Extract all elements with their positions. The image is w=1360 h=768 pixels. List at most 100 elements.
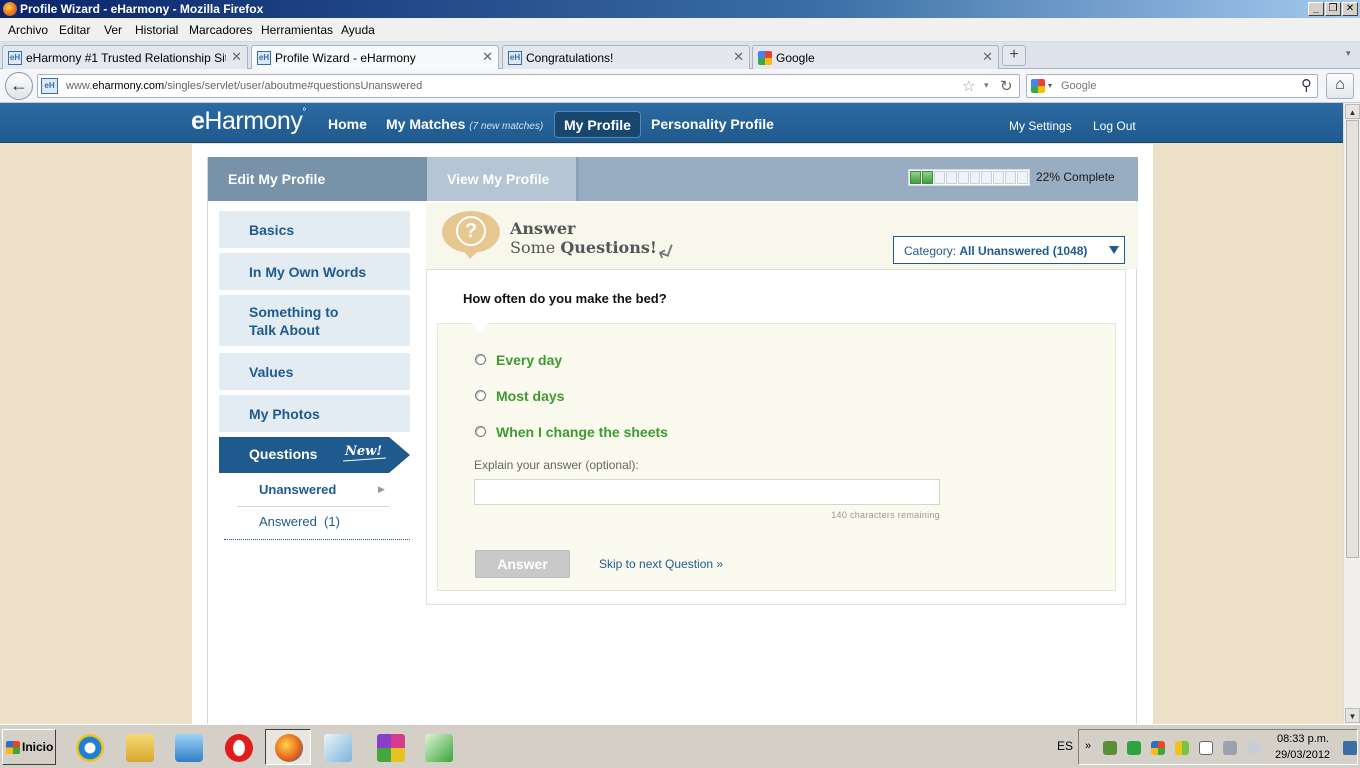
sidebar-item-basics[interactable]: Basics [219, 211, 410, 248]
volume-icon[interactable] [1247, 741, 1261, 755]
sidebar-item-my-photos[interactable]: My Photos [219, 395, 410, 432]
menu-ver[interactable]: Ver [104, 23, 122, 37]
firefox-icon [275, 734, 303, 762]
radio-button[interactable] [475, 426, 486, 437]
minimize-button[interactable]: _ [1308, 2, 1324, 16]
scroll-up-icon[interactable]: ▲ [1345, 104, 1360, 119]
category-select[interactable]: Category: All Unanswered (1048) [893, 236, 1125, 264]
log-out-link[interactable]: Log Out [1093, 119, 1136, 133]
bookmark-star-icon[interactable]: ☆ [962, 77, 975, 95]
clock-date[interactable]: 29/03/2012 [1275, 749, 1330, 761]
reload-icon[interactable]: ↻ [1000, 77, 1013, 95]
question-text: How often do you make the bed? [463, 291, 667, 306]
home-button[interactable]: ⌂ [1326, 73, 1354, 99]
close-window-button[interactable]: ✕ [1342, 2, 1358, 16]
tab-label: Profile Wizard - eHarmony [275, 51, 416, 65]
google-search-engine-icon[interactable] [1031, 79, 1045, 93]
option-label[interactable]: When I change the sheets [496, 424, 668, 440]
url-history-dropdown-icon[interactable]: ▾ [984, 80, 989, 91]
tab-edit-my-profile[interactable]: Edit My Profile [208, 157, 427, 201]
option-label[interactable]: Most days [496, 388, 564, 404]
language-indicator[interactable]: ES [1057, 739, 1073, 753]
eharmony-header: eHarmony° Home My Matches (7 new matches… [0, 103, 1343, 143]
scroll-down-icon[interactable]: ▼ [1345, 708, 1360, 723]
subnav-answered[interactable]: Answered (1) [237, 514, 389, 529]
skip-question-link[interactable]: Skip to next Question » [599, 557, 723, 571]
tab-close-icon[interactable]: ✕ [733, 49, 744, 65]
tab-list-chevron-icon[interactable]: ▾ [1346, 48, 1351, 59]
progress-label: 22% Complete [1036, 170, 1115, 184]
sidebar-item-label: Questions [249, 446, 318, 462]
app-tray-icon[interactable] [1175, 741, 1189, 755]
taskbar-app-grid[interactable] [367, 729, 413, 765]
new-badge: New! [345, 444, 383, 459]
maximize-button[interactable]: ❐ [1325, 2, 1341, 16]
windows-update-icon[interactable] [1151, 741, 1165, 755]
url-prefix: www. [66, 80, 93, 92]
action-center-flag-icon[interactable] [1199, 741, 1213, 755]
clock-time[interactable]: 08:33 p.m. [1277, 733, 1329, 745]
menu-historial[interactable]: Historial [135, 23, 178, 37]
taskbar-notepad[interactable] [314, 729, 360, 765]
nav-my-profile[interactable]: My Profile [554, 111, 641, 138]
show-hidden-icons-icon[interactable]: » [1085, 740, 1091, 752]
sidebar-item-values[interactable]: Values [219, 353, 410, 390]
new-tab-button[interactable]: + [1002, 45, 1026, 66]
show-desktop-icon[interactable] [1343, 741, 1357, 755]
nav-personality-profile[interactable]: Personality Profile [651, 116, 774, 132]
tab-close-icon[interactable]: ✕ [482, 49, 493, 65]
tab-congratulations[interactable]: eH Congratulations! ✕ [502, 45, 750, 69]
tab-google[interactable]: Google ✕ [752, 45, 999, 69]
back-button[interactable]: ← [5, 72, 33, 100]
title-some: Some [510, 238, 561, 257]
menu-ayuda[interactable]: Ayuda [341, 23, 375, 37]
subnav-unanswered[interactable]: Unanswered ▶ [237, 482, 389, 497]
radio-button[interactable] [475, 354, 486, 365]
menu-editar[interactable]: Editar [59, 23, 90, 37]
tab-close-icon[interactable]: ✕ [982, 49, 993, 65]
start-button[interactable]: Inicio [2, 729, 56, 765]
sidebar-item-questions[interactable]: Questions New! [219, 437, 410, 473]
tab-eharmony-home[interactable]: eH eHarmony #1 Trusted Relationship Site… [2, 45, 248, 69]
network-icon[interactable] [1103, 741, 1117, 755]
google-favicon-icon [758, 51, 772, 65]
answer-button[interactable]: Answer [475, 550, 570, 578]
scroll-thumb[interactable] [1346, 120, 1359, 558]
sidebar-item-in-my-own-words[interactable]: In My Own Words [219, 253, 410, 290]
nav-my-matches[interactable]: My Matches (7 new matches) [386, 116, 543, 132]
tab-close-icon[interactable]: ✕ [231, 49, 242, 65]
taskbar-internet-explorer[interactable] [66, 729, 112, 765]
taskbar-firefox[interactable] [265, 729, 311, 765]
explain-input[interactable] [474, 479, 940, 505]
search-engine-dropdown-icon[interactable]: ▾ [1048, 81, 1052, 90]
url-bar[interactable]: eH www.eharmony.com/singles/servlet/user… [37, 74, 1020, 98]
radio-button[interactable] [475, 390, 486, 401]
sidebar-item-something-to-talk-about[interactable]: Something to Talk About [219, 295, 410, 346]
url-text[interactable]: www.eharmony.com/singles/servlet/user/ab… [66, 80, 422, 92]
menu-herramientas[interactable]: Herramientas [261, 23, 333, 37]
pointer-notch [472, 323, 488, 332]
option-label[interactable]: Every day [496, 352, 562, 368]
tab-view-my-profile[interactable]: View My Profile [427, 157, 579, 201]
security-icon[interactable] [1127, 741, 1141, 755]
display-icon[interactable] [1223, 741, 1237, 755]
taskbar-opera[interactable] [215, 729, 261, 765]
sidebar-bottom-divider [224, 539, 410, 540]
nav-home[interactable]: Home [328, 116, 367, 132]
subnav-divider [237, 506, 389, 507]
tab-profile-wizard[interactable]: eH Profile Wizard - eHarmony ✕ [251, 45, 499, 70]
vertical-scrollbar[interactable]: ▲ ▼ [1343, 103, 1360, 724]
search-icon[interactable]: ⚲ [1301, 76, 1312, 94]
site-identity-icon[interactable]: eH [41, 78, 58, 94]
menu-marcadores[interactable]: Marcadores [189, 23, 252, 37]
taskbar-signature-app[interactable] [415, 729, 461, 765]
progress-segment [921, 171, 933, 184]
menu-archivo[interactable]: Archivo [8, 23, 48, 37]
eharmony-logo[interactable]: eHarmony° [191, 107, 306, 136]
search-bar[interactable]: ▾ Google ⚲ [1026, 74, 1318, 98]
my-settings-link[interactable]: My Settings [1009, 119, 1072, 133]
taskbar-media-player[interactable] [165, 729, 211, 765]
search-input[interactable]: Google [1061, 80, 1096, 92]
taskbar-file-explorer[interactable] [116, 729, 162, 765]
windows-taskbar: Inicio ES » 08:33 p.m. 29/03/2012 [0, 724, 1360, 768]
